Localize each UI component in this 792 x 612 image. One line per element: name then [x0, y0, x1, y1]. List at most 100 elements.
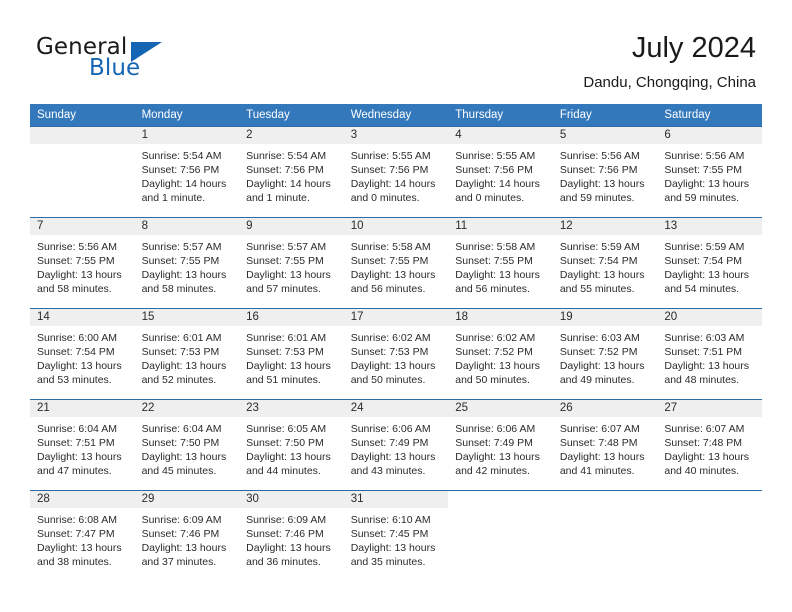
calendar-day-cell[interactable]: 26 Sunrise: 6:07 AM Sunset: 7:48 PM Dayligh… — [552, 399, 658, 491]
calendar-day-cell[interactable]: 24 Sunrise: 6:06 AM Sunset: 7:49 PM Dayligh… — [343, 399, 449, 491]
calendar-day-cell[interactable]: 21 Sunrise: 6:04 AM Sunset: 7:51 PM Dayligh… — [30, 399, 135, 491]
brand-logo[interactable]: General Blue — [36, 36, 236, 84]
day-sun-info: Sunrise: 6:06 AM Sunset: 7:49 PM Daylight:… — [344, 417, 449, 478]
calendar-day-cell[interactable]: 5 Sunrise: 5:56 AM Sunset: 7:56 PM Daylight… — [552, 126, 658, 218]
calendar-day-cell[interactable]: 18 Sunrise: 6:02 AM Sunset: 7:52 PM Dayligh… — [448, 308, 553, 400]
calendar-day-cell[interactable]: 16 Sunrise: 6:01 AM Sunset: 7:53 PM Dayligh… — [239, 308, 344, 400]
sunset-text: Sunset: 7:51 PM — [37, 437, 115, 450]
calendar-day-cell[interactable]: 9 Sunrise: 5:57 AM Sunset: 7:55 PM Daylight… — [239, 217, 344, 309]
calendar-grid: Sunday Monday Tuesday Wednesday Thursday… — [30, 104, 762, 581]
day-number — [657, 491, 762, 508]
calendar-week-row: 21 Sunrise: 6:04 AM Sunset: 7:51 PM Dayligh… — [30, 399, 762, 491]
day-cell-inner: 14 Sunrise: 6:00 AM Sunset: 7:54 PM Dayligh… — [30, 309, 135, 399]
location-subtitle: Dandu, Chongqing, China — [583, 74, 756, 91]
day-cell-inner: 9 Sunrise: 5:57 AM Sunset: 7:55 PM Daylight… — [239, 218, 344, 308]
daylight-text: and 43 minutes. — [350, 465, 426, 478]
day-sun-info: Sunrise: 5:55 AM Sunset: 7:56 PM Daylight:… — [344, 144, 449, 205]
day-number: 1 — [134, 127, 240, 144]
day-cell-inner: 20 Sunrise: 6:03 AM Sunset: 7:51 PM Dayligh… — [657, 309, 762, 399]
day-cell-inner: 6 Sunrise: 5:56 AM Sunset: 7:55 PM Daylight… — [657, 127, 762, 217]
calendar-day-cell[interactable]: 2 Sunrise: 5:54 AM Sunset: 7:56 PM Daylight… — [239, 126, 344, 218]
calendar-day-cell[interactable]: 20 Sunrise: 6:03 AM Sunset: 7:51 PM Dayligh… — [657, 308, 762, 400]
calendar-day-cell[interactable]: 13 Sunrise: 5:59 AM Sunset: 7:54 PM Dayligh… — [657, 217, 762, 309]
calendar-day-cell[interactable]: 8 Sunrise: 5:57 AM Sunset: 7:55 PM Daylight… — [134, 217, 240, 309]
calendar-day-cell[interactable]: 19 Sunrise: 6:03 AM Sunset: 7:52 PM Dayligh… — [552, 308, 658, 400]
calendar-day-cell[interactable]: 7 Sunrise: 5:56 AM Sunset: 7:55 PM Daylight… — [30, 217, 135, 309]
daylight-text: and 55 minutes. — [559, 283, 635, 296]
day-number: 11 — [448, 218, 553, 235]
daylight-text: Daylight: 13 hours — [141, 542, 227, 555]
calendar-day-cell[interactable]: 15 Sunrise: 6:01 AM Sunset: 7:53 PM Dayligh… — [134, 308, 240, 400]
day-sun-info: Sunrise: 6:01 AM Sunset: 7:53 PM Daylight:… — [239, 326, 344, 387]
calendar-week-row: 7 Sunrise: 5:56 AM Sunset: 7:55 PM Daylight… — [30, 217, 762, 309]
calendar-day-cell[interactable]: 4 Sunrise: 5:55 AM Sunset: 7:56 PM Daylight… — [448, 126, 553, 218]
daylight-text: Daylight: 13 hours — [246, 542, 331, 555]
calendar-day-cell[interactable]: 29 Sunrise: 6:09 AM Sunset: 7:46 PM Dayligh… — [134, 490, 240, 581]
day-cell-inner: 2 Sunrise: 5:54 AM Sunset: 7:56 PM Daylight… — [239, 127, 344, 217]
daylight-text: Daylight: 13 hours — [350, 542, 436, 555]
sunrise-text: Sunrise: 6:01 AM — [246, 332, 327, 344]
daylight-text: and 59 minutes. — [664, 192, 740, 205]
calendar-day-cell[interactable]: 22 Sunrise: 6:04 AM Sunset: 7:50 PM Dayligh… — [134, 399, 240, 491]
calendar-day-cell[interactable]: 11 Sunrise: 5:58 AM Sunset: 7:55 PM Dayligh… — [448, 217, 553, 309]
daylight-text: Daylight: 14 hours — [141, 178, 227, 191]
calendar-day-cell[interactable]: 6 Sunrise: 5:56 AM Sunset: 7:55 PM Daylight… — [657, 126, 762, 218]
day-number: 19 — [552, 309, 658, 326]
sunrise-text: Sunrise: 5:57 AM — [141, 241, 222, 253]
daylight-text: and 41 minutes. — [559, 465, 635, 478]
day-sun-info: Sunrise: 5:56 AM Sunset: 7:55 PM Daylight:… — [30, 235, 135, 296]
sunrise-text: Sunrise: 5:57 AM — [246, 241, 327, 253]
daylight-text: Daylight: 13 hours — [559, 178, 645, 191]
day-sun-info: Sunrise: 6:08 AM Sunset: 7:47 PM Daylight:… — [30, 508, 135, 569]
daylight-text: Daylight: 13 hours — [37, 269, 122, 282]
daylight-text: and 53 minutes. — [37, 374, 112, 387]
daylight-text: and 50 minutes. — [350, 374, 426, 387]
day-cell-inner — [657, 491, 762, 581]
calendar-day-cell[interactable]: 28 Sunrise: 6:08 AM Sunset: 7:47 PM Dayligh… — [30, 490, 135, 581]
sunrise-text: Sunrise: 5:58 AM — [455, 241, 536, 253]
daylight-text: and 52 minutes. — [141, 374, 217, 387]
calendar-day-cell[interactable]: 17 Sunrise: 6:02 AM Sunset: 7:53 PM Dayligh… — [343, 308, 449, 400]
sunrise-text: Sunrise: 5:56 AM — [664, 150, 745, 162]
sunrise-text: Sunrise: 6:01 AM — [141, 332, 222, 344]
calendar-empty-cell — [657, 490, 762, 581]
calendar-day-cell[interactable]: 14 Sunrise: 6:00 AM Sunset: 7:54 PM Dayligh… — [30, 308, 135, 400]
sunset-text: Sunset: 7:54 PM — [664, 255, 743, 268]
day-sun-info: Sunrise: 5:57 AM Sunset: 7:55 PM Daylight:… — [239, 235, 344, 296]
calendar-day-cell[interactable]: 10 Sunrise: 5:58 AM Sunset: 7:55 PM Dayligh… — [343, 217, 449, 309]
daylight-text: Daylight: 13 hours — [141, 451, 227, 464]
sunset-text: Sunset: 7:48 PM — [559, 437, 638, 450]
day-number: 17 — [343, 309, 449, 326]
calendar-day-cell[interactable]: 25 Sunrise: 6:06 AM Sunset: 7:49 PM Dayligh… — [448, 399, 553, 491]
sunrise-text: Sunrise: 6:09 AM — [141, 514, 222, 526]
sunrise-text: Sunrise: 5:58 AM — [350, 241, 431, 253]
sunset-text: Sunset: 7:54 PM — [559, 255, 638, 268]
calendar-day-cell[interactable]: 3 Sunrise: 5:55 AM Sunset: 7:56 PM Daylight… — [343, 126, 449, 218]
sunset-text: Sunset: 7:53 PM — [141, 346, 220, 359]
daylight-text: and 40 minutes. — [664, 465, 740, 478]
day-number: 9 — [239, 218, 344, 235]
calendar-day-cell[interactable]: 12 Sunrise: 5:59 AM Sunset: 7:54 PM Dayligh… — [552, 217, 658, 309]
calendar-day-cell[interactable]: 30 Sunrise: 6:09 AM Sunset: 7:46 PM Dayligh… — [239, 490, 344, 581]
day-sun-info: Sunrise: 5:55 AM Sunset: 7:56 PM Daylight:… — [448, 144, 553, 205]
sunset-text: Sunset: 7:56 PM — [246, 164, 324, 177]
day-cell-inner: 10 Sunrise: 5:58 AM Sunset: 7:55 PM Dayligh… — [343, 218, 449, 308]
calendar-page: General Blue July 2024 Dandu, Chongqing,… — [0, 0, 792, 612]
sunrise-text: Sunrise: 6:06 AM — [350, 423, 431, 435]
daylight-text: Daylight: 13 hours — [246, 269, 331, 282]
calendar-day-cell[interactable]: 1 Sunrise: 5:54 AM Sunset: 7:56 PM Daylight… — [134, 126, 240, 218]
weekday-header-thursday: Thursday — [448, 104, 553, 127]
day-cell-inner: 19 Sunrise: 6:03 AM Sunset: 7:52 PM Dayligh… — [552, 309, 658, 399]
calendar-day-cell[interactable]: 23 Sunrise: 6:05 AM Sunset: 7:50 PM Dayligh… — [239, 399, 344, 491]
title-block: July 2024 Dandu, Chongqing, China — [583, 30, 756, 94]
calendar-week-row: 14 Sunrise: 6:00 AM Sunset: 7:54 PM Dayligh… — [30, 308, 762, 400]
day-sun-info: Sunrise: 5:54 AM Sunset: 7:56 PM Daylight:… — [135, 144, 240, 205]
day-number: 29 — [134, 491, 240, 508]
weekday-header-row: Sunday Monday Tuesday Wednesday Thursday… — [30, 104, 762, 127]
sunrise-text: Sunrise: 6:09 AM — [246, 514, 327, 526]
daylight-text: Daylight: 13 hours — [141, 269, 227, 282]
calendar-day-cell[interactable]: 31 Sunrise: 6:10 AM Sunset: 7:45 PM Dayligh… — [343, 490, 449, 581]
daylight-text: Daylight: 13 hours — [246, 360, 331, 373]
day-number: 10 — [343, 218, 449, 235]
calendar-day-cell[interactable]: 27 Sunrise: 6:07 AM Sunset: 7:48 PM Dayligh… — [657, 399, 762, 491]
